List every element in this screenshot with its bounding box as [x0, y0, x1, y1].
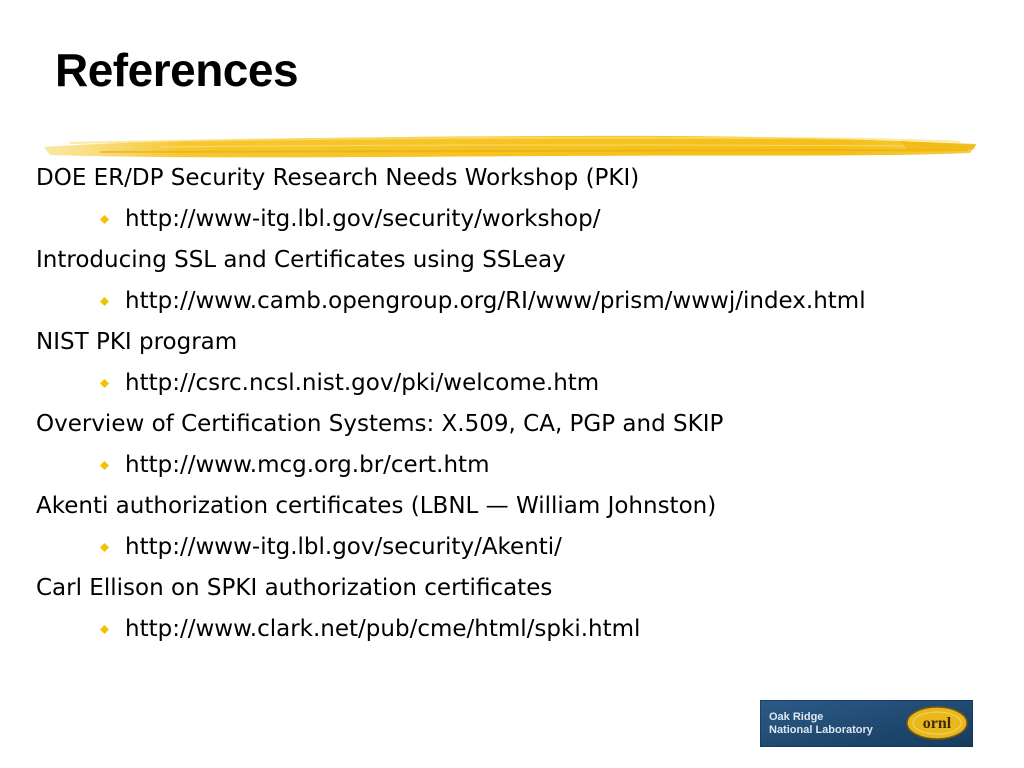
reference-topic: Introducing SSL and Certificates using S… — [36, 247, 566, 273]
reference-item: Introducing SSL and Certificates using S… — [36, 240, 996, 322]
reference-link-row: http://csrc.ncsl.nist.gov/pki/welcome.ht… — [36, 363, 996, 404]
diamond-bullet-icon — [100, 215, 109, 224]
diamond-bullet-icon — [100, 379, 109, 388]
reference-topic: DOE ER/DP Security Research Needs Worksh… — [36, 165, 640, 191]
reference-link-row: http://www.mcg.org.br/cert.htm — [36, 445, 996, 486]
reference-topic: Carl Ellison on SPKI authorization certi… — [36, 575, 553, 601]
reference-url-link[interactable]: http://www.clark.net/pub/cme/html/spki.h… — [125, 616, 640, 642]
diamond-bullet-icon — [100, 297, 109, 306]
reference-topic: NIST PKI program — [36, 329, 238, 355]
reference-url-link[interactable]: http://www.mcg.org.br/cert.htm — [125, 452, 489, 478]
reference-item: NIST PKI program http://csrc.ncsl.nist.g… — [36, 322, 996, 404]
logo-line-1: Oak Ridge — [769, 711, 823, 723]
diamond-bullet-icon — [100, 543, 109, 552]
logo-mark: ornl — [923, 715, 952, 732]
reference-url-link[interactable]: http://www-itg.lbl.gov/security/Akenti/ — [125, 534, 562, 560]
ornl-logo: Oak Ridge National Laboratory ornl — [760, 700, 973, 747]
reference-url-link[interactable]: http://csrc.ncsl.nist.gov/pki/welcome.ht… — [125, 370, 599, 396]
reference-list: DOE ER/DP Security Research Needs Worksh… — [36, 158, 996, 650]
reference-item: Carl Ellison on SPKI authorization certi… — [36, 568, 996, 650]
diamond-bullet-icon — [100, 461, 109, 470]
reference-link-row: http://www-itg.lbl.gov/security/workshop… — [36, 199, 996, 240]
slide-title: References — [55, 44, 299, 96]
reference-topic: Akenti authorization certificates (LBNL … — [36, 493, 717, 519]
reference-item: DOE ER/DP Security Research Needs Worksh… — [36, 158, 996, 240]
diamond-bullet-icon — [100, 625, 109, 634]
reference-url-link[interactable]: http://www.camb.opengroup.org/RI/www/pri… — [125, 288, 866, 314]
reference-item: Akenti authorization certificates (LBNL … — [36, 486, 996, 568]
reference-link-row: http://www-itg.lbl.gov/security/Akenti/ — [36, 527, 996, 568]
logo-line-2: National Laboratory — [769, 724, 874, 736]
reference-link-row: http://www.clark.net/pub/cme/html/spki.h… — [36, 609, 996, 650]
reference-link-row: http://www.camb.opengroup.org/RI/www/pri… — [36, 281, 996, 322]
reference-url-link[interactable]: http://www-itg.lbl.gov/security/workshop… — [125, 206, 600, 232]
reference-item: Overview of Certification Systems: X.509… — [36, 404, 996, 486]
reference-topic: Overview of Certification Systems: X.509… — [36, 411, 724, 437]
